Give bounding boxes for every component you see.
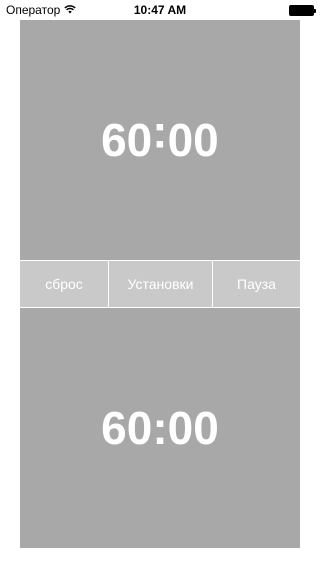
bottom-timer-display: 60:00 — [101, 402, 219, 454]
bottom-timer-panel[interactable]: 60:00 — [20, 308, 300, 548]
reset-button[interactable]: сброс — [20, 261, 108, 307]
top-timer-display: 00:09 — [101, 114, 219, 166]
top-timer-panel[interactable]: 00:09 — [20, 20, 300, 260]
status-bar: Оператор 10:47 AM — [0, 0, 320, 20]
carrier-label: Оператор — [6, 3, 61, 17]
battery-icon — [289, 4, 316, 16]
wifi-icon — [64, 3, 77, 17]
status-left: Оператор — [6, 3, 77, 17]
settings-button[interactable]: Установки — [108, 261, 212, 307]
pause-button[interactable]: Пауза — [212, 261, 300, 307]
control-bar: сброс Установки Пауза — [20, 260, 300, 308]
